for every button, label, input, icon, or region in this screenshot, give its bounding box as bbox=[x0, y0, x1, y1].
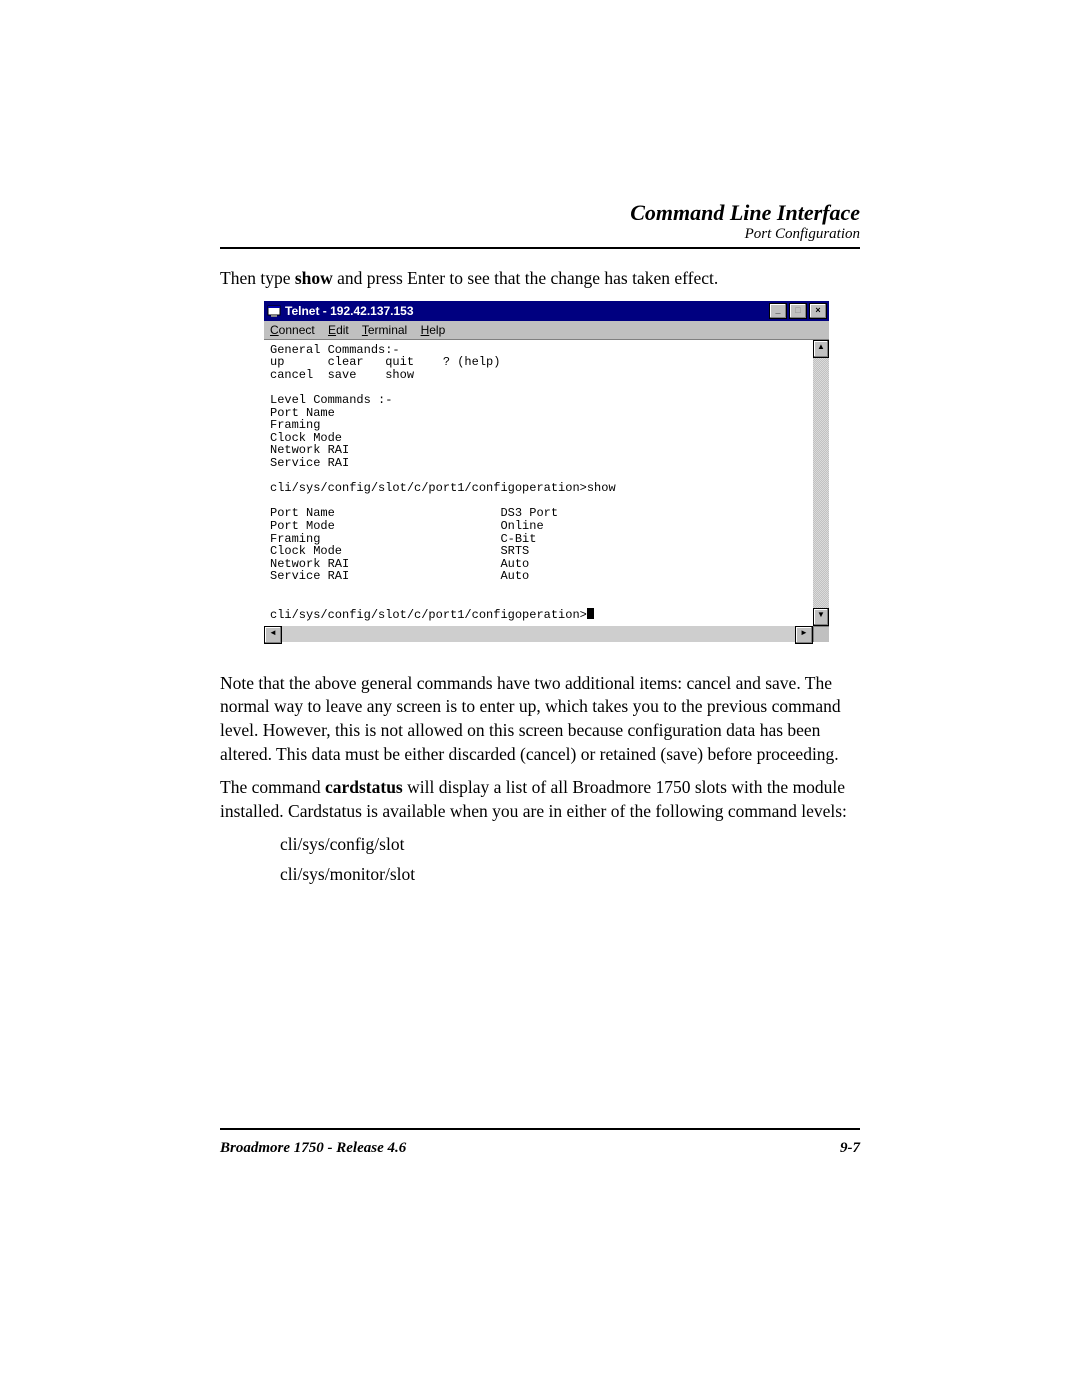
minimize-button[interactable]: _ bbox=[769, 303, 787, 319]
cmd-level-1: cli/sys/config/slot bbox=[280, 833, 860, 857]
scroll-corner bbox=[813, 626, 829, 642]
h-scroll-track[interactable] bbox=[282, 626, 795, 642]
intro-pre: Then type bbox=[220, 268, 295, 288]
h-scrollbar[interactable]: ◄ ► bbox=[264, 626, 829, 642]
scroll-right-button[interactable]: ► bbox=[795, 626, 813, 644]
v-scrollbar[interactable]: ▲ ▼ bbox=[813, 340, 829, 626]
v-scroll-track[interactable] bbox=[813, 358, 829, 608]
menu-connect[interactable]: Connect bbox=[270, 323, 315, 337]
intro-paragraph: Then type show and press Enter to see th… bbox=[220, 267, 860, 291]
header-rule bbox=[220, 247, 860, 249]
cmd-level-2: cli/sys/monitor/slot bbox=[280, 863, 860, 887]
header-title: Command Line Interface bbox=[220, 200, 860, 226]
menu-help[interactable]: Help bbox=[421, 323, 446, 337]
menu-terminal[interactable]: Terminal bbox=[362, 323, 407, 337]
menu-bar: Connect Edit Terminal Help bbox=[264, 321, 829, 340]
paragraph-2: The command cardstatus will display a li… bbox=[220, 776, 860, 823]
terminal-output[interactable]: General Commands:- up clear quit ? (help… bbox=[264, 340, 813, 626]
terminal-text: General Commands:- up clear quit ? (help… bbox=[270, 343, 616, 622]
document-page: Command Line Interface Port Configuratio… bbox=[220, 200, 860, 893]
window-title: Telnet - 192.42.137.153 bbox=[285, 304, 414, 318]
para2-bold: cardstatus bbox=[325, 777, 403, 797]
menu-edit[interactable]: Edit bbox=[328, 323, 349, 337]
titlebar: Telnet - 192.42.137.153 _ □ × bbox=[264, 301, 829, 321]
close-button[interactable]: × bbox=[809, 303, 827, 319]
scroll-up-button[interactable]: ▲ bbox=[813, 340, 829, 358]
scroll-left-button[interactable]: ◄ bbox=[264, 626, 282, 644]
intro-bold: show bbox=[295, 268, 333, 288]
telnet-window: Telnet - 192.42.137.153 _ □ × Connect Ed… bbox=[264, 301, 829, 642]
header-subtitle: Port Configuration bbox=[220, 226, 860, 243]
footer-left: Broadmore 1750 - Release 4.6 bbox=[220, 1140, 406, 1157]
intro-post: and press Enter to see that the change h… bbox=[333, 268, 719, 288]
telnet-icon bbox=[267, 304, 281, 318]
terminal-area: General Commands:- up clear quit ? (help… bbox=[264, 340, 829, 626]
footer-right: 9-7 bbox=[840, 1140, 860, 1157]
para2-pre: The command bbox=[220, 777, 325, 797]
page-footer: Broadmore 1750 - Release 4.6 9-7 bbox=[220, 1128, 860, 1157]
footer-rule bbox=[220, 1128, 860, 1130]
paragraph-1: Note that the above general commands hav… bbox=[220, 672, 860, 767]
maximize-button[interactable]: □ bbox=[789, 303, 807, 319]
page-header: Command Line Interface Port Configuratio… bbox=[220, 200, 860, 243]
scroll-down-button[interactable]: ▼ bbox=[813, 608, 829, 626]
cursor-icon bbox=[587, 608, 594, 619]
